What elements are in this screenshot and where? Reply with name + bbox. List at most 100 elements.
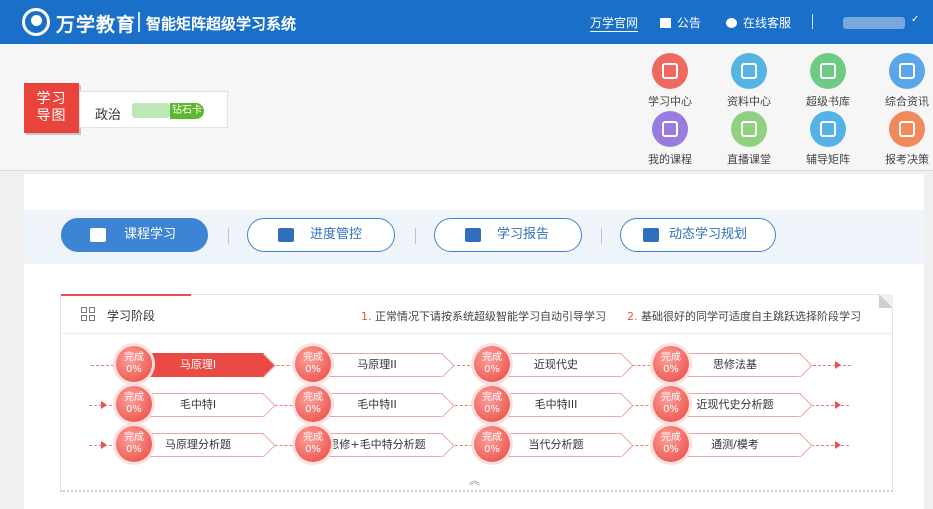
tab-progress[interactable]: 进度管控 xyxy=(247,218,395,252)
step-label: 毛中特II xyxy=(357,398,397,411)
quick-link-my-courses[interactable]: 我的课程 xyxy=(635,111,705,167)
stage-title: 学习阶段 xyxy=(107,309,156,323)
main-content: 课程学习 进度管控 学习报告 动态学习规划 学习阶段 1. 正常情况下请按系统超… xyxy=(24,174,924,509)
row-start-arrow xyxy=(101,401,107,409)
tab-dynamic-plan[interactable]: 动态学习规划 xyxy=(620,218,776,252)
speaker-icon xyxy=(660,18,671,28)
brand-divider xyxy=(138,12,140,32)
completion-label: 完成 xyxy=(482,432,502,443)
super-library-icon xyxy=(810,53,846,89)
note-number: 1. xyxy=(361,310,372,323)
tab-label: 动态学习规划 xyxy=(669,227,748,242)
stage-step[interactable]: 思修+毛中特分析题 完成 0% xyxy=(295,426,455,462)
quick-link-materials-center[interactable]: 资料中心 xyxy=(714,53,784,109)
online-service-label: 在线客服 xyxy=(743,16,792,30)
tutoring-matrix-icon xyxy=(810,111,846,147)
user-name-blurred[interactable] xyxy=(843,17,905,29)
completion-percent: 0% xyxy=(305,364,321,375)
stage-corner-fold xyxy=(879,294,893,308)
stage-note-2: 2. 基础很好的同学可适度自主跳跃选择阶段学习 xyxy=(627,308,861,324)
completion-ball: 完成 0% xyxy=(653,426,689,462)
quick-link-tutoring-matrix[interactable]: 辅导矩阵 xyxy=(793,111,863,167)
chat-icon xyxy=(726,18,737,28)
completion-ball: 完成 0% xyxy=(474,386,510,422)
row-end-arrow xyxy=(835,401,841,409)
my-courses-icon xyxy=(652,111,688,147)
tab-report[interactable]: 学习报告 xyxy=(434,218,582,252)
notice-link[interactable]: 公告 xyxy=(660,14,701,31)
tab-bar: 课程学习 进度管控 学习报告 动态学习规划 xyxy=(24,210,924,264)
completion-label: 完成 xyxy=(661,392,681,403)
stage-step[interactable]: 思修法基 完成 0% xyxy=(653,346,813,382)
note-number: 2. xyxy=(627,310,638,323)
quick-link-super-library[interactable]: 超级书库 xyxy=(793,53,863,109)
completion-percent: 0% xyxy=(484,444,500,455)
completion-ball: 完成 0% xyxy=(295,346,331,382)
row-start-arrow xyxy=(101,441,107,449)
logo-icon[interactable] xyxy=(22,8,50,36)
top-bar: 万学教育 智能矩阵超级学习系统 万学官网 公告 在线客服 ✓ xyxy=(0,0,933,44)
user-dropdown-icon[interactable]: ✓ xyxy=(911,14,919,25)
completion-ball: 完成 0% xyxy=(474,426,510,462)
quick-link-news[interactable]: 综合资讯 xyxy=(872,53,933,109)
online-service-link[interactable]: 在线客服 xyxy=(726,14,791,31)
step-label: 马原理II xyxy=(357,358,397,371)
stage-step[interactable]: 当代分析题 完成 0% xyxy=(474,426,634,462)
quick-link-label: 超级书库 xyxy=(806,95,850,108)
study-stage-panel: 学习阶段 1. 正常情况下请按系统超级智能学习自动引导学习 2. 基础很好的同学… xyxy=(60,294,893,492)
stage-step[interactable]: 通测/模考 完成 0% xyxy=(653,426,813,462)
stage-step[interactable]: 马原理II 完成 0% xyxy=(295,346,455,382)
quick-link-label: 报考决策 xyxy=(885,153,929,166)
tab-divider xyxy=(415,228,416,244)
step-label: 思修法基 xyxy=(713,358,757,371)
completion-label: 完成 xyxy=(482,352,502,363)
study-map-line2: 导图 xyxy=(36,108,67,124)
step-label: 近现代史 xyxy=(534,358,578,371)
notice-label: 公告 xyxy=(677,16,702,30)
quick-link-label: 综合资讯 xyxy=(885,95,929,108)
quick-link-live-class[interactable]: 直播课堂 xyxy=(714,111,784,167)
subject-selector[interactable]: 政治 钻石卡 xyxy=(79,91,228,128)
collapse-up-icon[interactable]: ︽ xyxy=(469,472,480,488)
materials-center-icon xyxy=(731,53,767,89)
stage-step[interactable]: 毛中特I 完成 0% xyxy=(116,386,276,422)
step-label: 马原理I xyxy=(179,358,217,371)
completion-percent: 0% xyxy=(484,364,500,375)
completion-label: 完成 xyxy=(303,352,323,363)
stage-step[interactable]: 近现代史 完成 0% xyxy=(474,346,634,382)
quick-link-exam-decision[interactable]: 报考决策 xyxy=(872,111,933,167)
stage-step[interactable]: 毛中特II 完成 0% xyxy=(295,386,455,422)
completion-ball: 完成 0% xyxy=(653,346,689,382)
monitor-icon xyxy=(278,228,294,242)
tab-label: 进度管控 xyxy=(310,227,363,242)
completion-label: 完成 xyxy=(661,432,681,443)
card-badge: 钻石卡 xyxy=(170,103,204,119)
completion-label: 完成 xyxy=(482,392,502,403)
official-site-link[interactable]: 万学官网 xyxy=(590,14,639,32)
brand-name[interactable]: 万学教育 xyxy=(56,10,136,37)
note-text: 基础很好的同学可适度自主跳跃选择阶段学习 xyxy=(641,310,861,323)
row-end-arrow xyxy=(835,361,841,369)
quick-link-label: 辅导矩阵 xyxy=(806,153,850,166)
quick-link-label: 学习中心 xyxy=(648,95,692,108)
quick-link-label: 我的课程 xyxy=(648,153,692,166)
study-map-badge[interactable]: 学习 导图 xyxy=(24,83,79,133)
stage-accent-line xyxy=(61,294,191,296)
completion-ball: 完成 0% xyxy=(116,426,152,462)
live-class-icon xyxy=(731,111,767,147)
step-label: 通测/模考 xyxy=(711,438,759,451)
tab-course-study[interactable]: 课程学习 xyxy=(61,218,208,252)
stage-step[interactable]: 毛中特III 完成 0% xyxy=(474,386,634,422)
study-center-icon xyxy=(652,53,688,89)
completion-ball: 完成 0% xyxy=(295,386,331,422)
tab-divider xyxy=(228,228,229,244)
completion-label: 完成 xyxy=(124,392,144,403)
subject-label: 政治 xyxy=(95,108,122,123)
stage-step[interactable]: 马原理分析题 完成 0% xyxy=(116,426,276,462)
stage-step[interactable]: 马原理I 完成 0% xyxy=(116,346,276,382)
completion-ball: 完成 0% xyxy=(295,426,331,462)
stage-step[interactable]: 近现代史分析题 完成 0% xyxy=(653,386,813,422)
quick-link-study-center[interactable]: 学习中心 xyxy=(635,53,705,109)
completion-percent: 0% xyxy=(484,404,500,415)
stage-divider xyxy=(61,333,892,334)
